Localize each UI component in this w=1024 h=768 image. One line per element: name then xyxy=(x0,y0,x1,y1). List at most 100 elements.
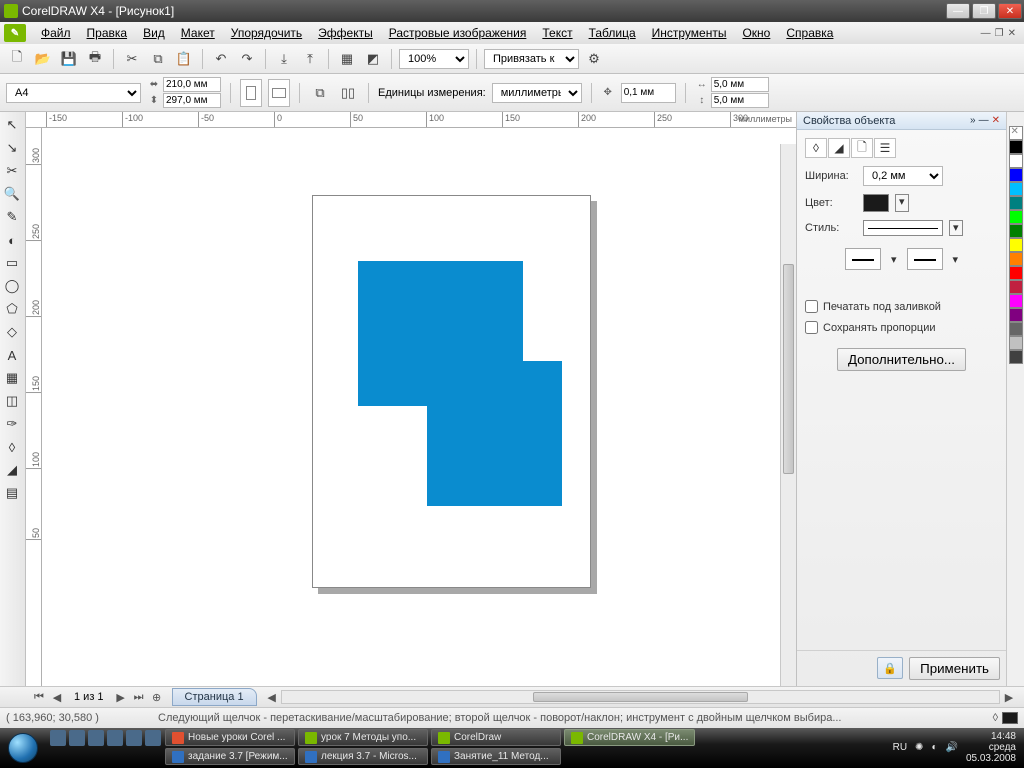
options-button[interactable]: ⚙ xyxy=(583,48,605,70)
minimize-button[interactable]: — xyxy=(946,3,970,19)
color-swatch[interactable] xyxy=(1009,154,1023,168)
dup-x-input[interactable] xyxy=(711,77,769,92)
import-button[interactable]: ⤓ xyxy=(273,48,295,70)
outline-tab[interactable]: ◊ xyxy=(805,138,827,158)
menu-text[interactable]: Текст xyxy=(535,24,579,42)
color-swatch[interactable] xyxy=(1009,224,1023,238)
task-item[interactable]: CorelDraw xyxy=(431,729,561,746)
paper-size-combo[interactable]: A4 xyxy=(6,83,141,103)
units-combo[interactable]: миллиметры xyxy=(492,83,582,103)
quick-launch-item[interactable] xyxy=(50,730,66,746)
start-arrow-combo[interactable] xyxy=(845,248,881,270)
menu-tools[interactable]: Инструменты xyxy=(645,24,734,42)
lock-button[interactable]: 🔒 xyxy=(877,657,903,679)
copy-button[interactable]: ⧉ xyxy=(147,48,169,70)
page-height-input[interactable] xyxy=(163,93,221,108)
task-item[interactable]: задание 3.7 [Режим... xyxy=(165,748,295,765)
color-swatch[interactable] xyxy=(1009,182,1023,196)
welcome-button[interactable]: ◩ xyxy=(362,48,384,70)
next-page-button[interactable]: ▶ xyxy=(112,691,130,704)
apply-button[interactable]: Применить xyxy=(909,657,1000,680)
quick-launch-item[interactable] xyxy=(126,730,142,746)
menu-window[interactable]: Окно xyxy=(735,24,777,42)
task-item-active[interactable]: CorelDRAW X4 - [Ри... xyxy=(564,729,695,746)
mdi-close[interactable]: ✕ xyxy=(1008,28,1016,39)
mdi-restore[interactable]: ❐ xyxy=(995,28,1004,39)
blue-shape-2[interactable] xyxy=(427,361,562,506)
nudge-input[interactable] xyxy=(621,83,676,103)
menu-file[interactable]: Файл xyxy=(34,24,78,42)
zoom-tool[interactable]: 🔍 xyxy=(0,183,24,205)
task-item[interactable]: лекция 3.7 - Micros... xyxy=(298,748,428,765)
menu-table[interactable]: Таблица xyxy=(582,24,643,42)
smart-fill-tool[interactable]: ◐ xyxy=(0,229,24,251)
first-page-button[interactable]: ⏮ xyxy=(30,691,48,704)
color-dropdown-icon[interactable]: ▾ xyxy=(895,194,909,212)
docker-title-bar[interactable]: Свойства объекта »—✕ xyxy=(797,112,1006,130)
tray-icon[interactable]: ✺ xyxy=(915,742,923,753)
current-page-button[interactable]: ▯▯ xyxy=(337,82,359,104)
maximize-button[interactable]: ❐ xyxy=(972,3,996,19)
advanced-button[interactable]: Дополнительно... xyxy=(837,348,966,371)
color-swatch[interactable] xyxy=(1009,252,1023,266)
quick-launch-item[interactable] xyxy=(69,730,85,746)
docker-close-icon[interactable]: ✕ xyxy=(992,115,1000,126)
menu-layout[interactable]: Макет xyxy=(174,24,222,42)
fill-indicator[interactable] xyxy=(1002,712,1018,724)
quick-launch-item[interactable] xyxy=(107,730,123,746)
snap-combo[interactable]: Привязать к xyxy=(484,49,579,69)
interactive-tool[interactable]: ◫ xyxy=(0,390,24,412)
style-dropdown-icon[interactable]: ▾ xyxy=(949,220,963,236)
app-launcher-button[interactable]: ▦ xyxy=(336,48,358,70)
page-width-input[interactable] xyxy=(163,77,221,92)
quick-launch-item[interactable] xyxy=(88,730,104,746)
text-tab[interactable]: 🗋 xyxy=(851,138,873,158)
polygon-tool[interactable]: ⬠ xyxy=(0,298,24,320)
open-button[interactable]: 📂 xyxy=(32,48,54,70)
task-item[interactable]: Новые уроки Corel ... xyxy=(165,729,295,746)
undo-button[interactable]: ↶ xyxy=(210,48,232,70)
tray-icon[interactable]: ◐ xyxy=(931,742,937,753)
task-item[interactable]: Занятие_11 Метод... xyxy=(431,748,561,765)
ruler-vertical[interactable]: 30025020015010050 xyxy=(26,128,42,686)
last-page-button[interactable]: ⏭ xyxy=(130,691,148,704)
color-swatch[interactable] xyxy=(1009,196,1023,210)
volume-icon[interactable]: 🔊 xyxy=(945,742,957,753)
all-pages-button[interactable]: ⧉ xyxy=(309,82,331,104)
menu-help[interactable]: Справка xyxy=(779,24,840,42)
docker-collapse-icon[interactable]: » xyxy=(970,115,976,126)
color-swatch[interactable] xyxy=(1009,336,1023,350)
table-tool[interactable]: ▦ xyxy=(0,367,24,389)
canvas[interactable] xyxy=(42,128,796,686)
color-swatch[interactable] xyxy=(1009,168,1023,182)
text-tool[interactable]: A xyxy=(0,344,24,366)
color-swatch[interactable] xyxy=(1009,294,1023,308)
redo-button[interactable]: ↷ xyxy=(236,48,258,70)
pick-tool[interactable]: ↖ xyxy=(0,114,24,136)
save-button[interactable]: 💾 xyxy=(58,48,80,70)
color-swatch[interactable] xyxy=(1009,350,1023,364)
landscape-button[interactable] xyxy=(268,79,290,107)
language-indicator[interactable]: RU xyxy=(893,742,907,753)
crop-tool[interactable]: ✂ xyxy=(0,160,24,182)
page-tab[interactable]: Страница 1 xyxy=(172,688,257,706)
no-color-swatch[interactable] xyxy=(1009,126,1023,140)
color-swatch[interactable] xyxy=(1009,280,1023,294)
menu-bitmaps[interactable]: Растровые изображения xyxy=(382,24,534,42)
zoom-combo[interactable]: 100% xyxy=(399,49,469,69)
export-button[interactable]: ⤒ xyxy=(299,48,321,70)
ruler-horizontal[interactable]: миллиметры -150-100-50050100150200250300 xyxy=(26,112,796,128)
keep-ratio-checkbox[interactable] xyxy=(805,321,818,334)
close-button[interactable]: ✕ xyxy=(998,3,1022,19)
new-button[interactable]: 🗋 xyxy=(6,48,28,70)
menu-view[interactable]: Вид xyxy=(136,24,172,42)
rectangle-tool[interactable]: ▭ xyxy=(0,252,24,274)
vertical-scrollbar[interactable] xyxy=(780,144,796,686)
freehand-tool[interactable]: ✎ xyxy=(0,206,24,228)
basic-shapes-tool[interactable]: ◇ xyxy=(0,321,24,343)
outline-width-combo[interactable]: 0,2 мм xyxy=(863,166,943,186)
end-arrow-dd[interactable]: ▾ xyxy=(953,253,959,266)
outline-color-swatch[interactable] xyxy=(863,194,889,212)
web-tab[interactable]: ☰ xyxy=(874,138,896,158)
start-arrow-dd[interactable]: ▾ xyxy=(891,253,897,266)
